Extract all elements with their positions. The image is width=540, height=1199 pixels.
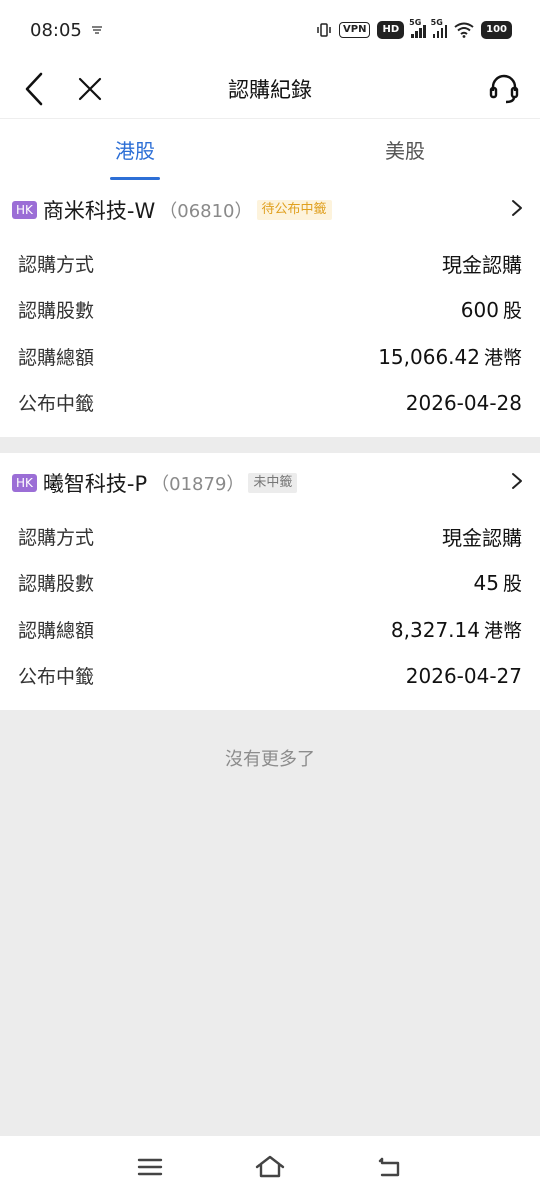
chevron-left-icon (25, 72, 43, 106)
value-text: 8,327.14 (390, 617, 480, 642)
row-value: 2026-04-27 (406, 664, 522, 688)
data-saver-icon (91, 26, 102, 34)
row-value: 現金認購 (442, 249, 522, 278)
status-bar: 08:05 VPN HD 5G 5G 100 (0, 0, 540, 60)
value-unit: 港幣 (483, 346, 522, 369)
detail-row: 認購總額 15,066.42 港幣 (18, 333, 522, 380)
status-right: VPN HD 5G 5G 100 (316, 18, 512, 39)
close-icon (78, 77, 102, 101)
battery-icon: 100 (481, 21, 512, 39)
network-type-2: 5G (430, 18, 443, 27)
stock-code: （06810） (159, 201, 253, 222)
network-type-1: 5G (409, 18, 422, 27)
market-tag: HK (12, 201, 37, 219)
value-text: 現金認購 (442, 252, 522, 277)
back-arrow-icon (378, 1157, 400, 1177)
stock-name: 曦智科技-P (42, 472, 148, 496)
wifi-icon (454, 22, 474, 38)
row-value: 2026-04-28 (406, 391, 522, 415)
home-button[interactable] (250, 1150, 290, 1184)
chevron-right-icon[interactable] (508, 471, 526, 491)
row-label: 認購股數 (18, 300, 95, 323)
row-value: 45 股 (474, 569, 522, 596)
row-label: 認購總額 (18, 346, 95, 369)
detail-row: 認購股數 45 股 (18, 560, 522, 607)
row-value: 現金認購 (442, 522, 522, 551)
value-text: 2026-04-27 (405, 663, 522, 688)
tab-hk-stocks[interactable]: 港股 (0, 119, 270, 180)
value-unit: 港幣 (483, 619, 522, 642)
row-value: 600 股 (461, 296, 522, 323)
recent-apps-button[interactable] (130, 1150, 170, 1184)
row-label: 公布中籤 (18, 393, 95, 416)
menu-icon (137, 1158, 163, 1176)
header: 認購紀錄 (0, 60, 540, 118)
market-tabs: 港股 美股 (0, 118, 540, 180)
system-nav-bar (0, 1136, 540, 1199)
hd-icon: HD (377, 21, 405, 39)
row-label: 認購股數 (18, 573, 95, 596)
stock-code: （01879） (151, 474, 245, 495)
chevron-right-icon[interactable] (508, 198, 526, 218)
status-badge: 待公布中籤 (256, 200, 332, 220)
tab-us-stocks[interactable]: 美股 (270, 119, 540, 180)
record-header: HK 曦智科技-P （01879） 未中籤 (12, 453, 522, 513)
value-unit: 股 (502, 573, 522, 596)
vibrate-icon (317, 23, 331, 37)
status-badge: 未中籤 (248, 473, 298, 493)
detail-row: 公布中籤 2026-04-28 (18, 380, 522, 427)
value-unit: 股 (502, 300, 522, 323)
vpn-icon: VPN (339, 22, 371, 38)
signal-icon-2: 5G (431, 18, 448, 38)
row-label: 認購方式 (18, 253, 95, 276)
status-left: 08:05 (30, 20, 104, 41)
market-tag: HK (12, 474, 37, 492)
stock-name: 商米科技-W (42, 199, 156, 223)
detail-row: 公布中籤 2026-04-27 (18, 653, 522, 700)
subscription-record-card[interactable]: HK 商米科技-W （06810） 待公布中籤 認購方式 現金認購 認購股數 6… (0, 180, 540, 437)
back-button[interactable] (8, 60, 60, 118)
detail-row: 認購方式 現金認購 (18, 240, 522, 287)
value-text: 600 (460, 298, 499, 323)
subscription-record-card[interactable]: HK 曦智科技-P （01879） 未中籤 認購方式 現金認購 認購股數 45 股… (0, 453, 540, 710)
row-value: 15,066.42 港幣 (378, 343, 522, 370)
customer-service-button[interactable] (478, 60, 530, 118)
detail-row: 認購方式 現金認購 (18, 513, 522, 560)
close-button[interactable] (64, 60, 116, 118)
row-value: 8,327.14 港幣 (391, 616, 522, 643)
clock: 08:05 (30, 19, 82, 41)
headset-icon (489, 74, 519, 104)
no-more-text: 沒有更多了 (225, 749, 315, 770)
value-text: 2026-04-28 (405, 390, 522, 415)
row-label: 公布中籤 (18, 666, 95, 689)
value-text: 現金認購 (442, 525, 522, 550)
row-label: 認購方式 (18, 526, 95, 549)
value-text: 45 (473, 571, 499, 596)
record-header: HK 商米科技-W （06810） 待公布中籤 (12, 180, 522, 240)
system-back-button[interactable] (370, 1150, 410, 1184)
home-icon (255, 1155, 285, 1178)
row-label: 認購總額 (18, 619, 95, 642)
signal-icon-1: 5G (409, 18, 426, 38)
detail-row: 認購股數 600 股 (18, 287, 522, 334)
value-text: 15,066.42 (378, 344, 480, 369)
detail-row: 認購總額 8,327.14 港幣 (18, 606, 522, 653)
